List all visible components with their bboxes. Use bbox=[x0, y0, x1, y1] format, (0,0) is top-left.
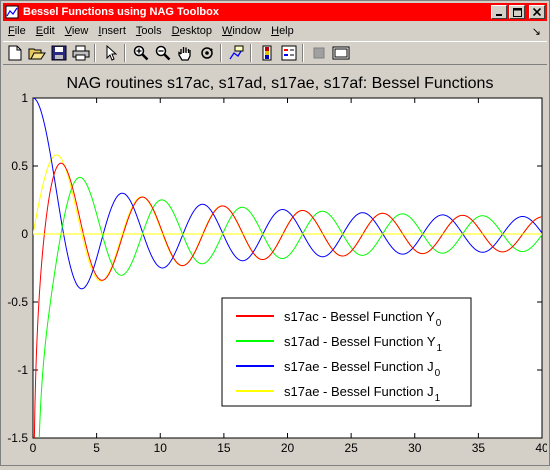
colorbar-icon bbox=[262, 45, 272, 61]
pan-button[interactable] bbox=[175, 43, 195, 63]
hide-plot-tools-button[interactable] bbox=[309, 43, 329, 63]
print-icon bbox=[72, 45, 90, 61]
menu-mnemonic: V bbox=[64, 25, 72, 37]
toolbar-separator bbox=[94, 44, 96, 62]
minimize-icon bbox=[496, 14, 502, 16]
x-tick-label: 40 bbox=[535, 441, 547, 455]
legend-label: s17ac - Bessel Function Y bbox=[284, 309, 435, 324]
menu-label-rest: dit bbox=[43, 25, 55, 37]
toolbar-separator bbox=[220, 44, 222, 62]
menu-mnemonic: W bbox=[221, 25, 233, 37]
y-tick-label: -1.5 bbox=[7, 431, 28, 445]
menu-label-rest: nsert bbox=[101, 25, 126, 37]
print-button[interactable] bbox=[71, 43, 91, 63]
bessel-chart: NAG routines s17ac, s17ad, s17ae, s17af:… bbox=[7, 75, 549, 455]
menu-label-rest: ools bbox=[141, 25, 162, 37]
menu-bar: File Edit View Insert Tools Desktop Window Help… bbox=[3, 22, 547, 40]
insert-legend-button[interactable] bbox=[279, 43, 299, 63]
menu-mnemonic: D bbox=[171, 25, 180, 37]
menu-window[interactable]: Window bbox=[217, 25, 266, 37]
menu-help[interactable]: Help bbox=[266, 25, 299, 37]
save-icon bbox=[51, 45, 67, 61]
save-button[interactable] bbox=[49, 43, 69, 63]
minimize-button[interactable] bbox=[491, 5, 507, 19]
open-file-button[interactable] bbox=[27, 43, 47, 63]
x-tick-label: 0 bbox=[30, 441, 37, 455]
menu-mnemonic: E bbox=[35, 25, 44, 37]
rotate-3d-button[interactable] bbox=[197, 43, 217, 63]
chart-title: NAG routines s17ac, s17ad, s17ae, s17af:… bbox=[67, 75, 494, 92]
menu-edit[interactable]: Edit bbox=[31, 25, 60, 37]
legend-label: s17ae - Bessel Function J bbox=[284, 359, 434, 374]
data-cursor-icon bbox=[229, 45, 244, 60]
menu-mnemonic: F bbox=[8, 25, 15, 37]
y-tick-label: 1 bbox=[21, 91, 28, 105]
menu-label-rest: elp bbox=[279, 25, 294, 37]
y-tick-label: -0.5 bbox=[7, 295, 28, 309]
legend-subscript: 1 bbox=[435, 393, 441, 404]
edit-plot-arrow-icon bbox=[106, 45, 117, 61]
menu-mnemonic: H bbox=[271, 25, 280, 37]
menu-label-rest: ile bbox=[14, 25, 26, 37]
menu-label-rest: iew bbox=[71, 25, 89, 37]
new-figure-button[interactable] bbox=[5, 43, 25, 63]
menu-file[interactable]: File bbox=[3, 25, 31, 37]
y-tick-label: 0.5 bbox=[11, 159, 28, 173]
show-plot-tools-icon bbox=[332, 46, 350, 60]
new-figure-icon bbox=[8, 45, 22, 61]
legend-icon bbox=[281, 45, 297, 61]
toolbar-separator bbox=[250, 44, 252, 62]
zoom-out-button[interactable] bbox=[153, 43, 173, 63]
y-tick-label: -1 bbox=[17, 363, 28, 377]
toolbar-separator bbox=[302, 44, 304, 62]
hide-plot-tools-icon bbox=[313, 47, 325, 59]
x-tick-label: 25 bbox=[344, 441, 358, 455]
x-tick-label: 35 bbox=[472, 441, 486, 455]
dock-arrow-icon[interactable]: ↘ bbox=[532, 25, 541, 38]
zoom-out-icon bbox=[155, 45, 171, 61]
x-tick-label: 15 bbox=[217, 441, 231, 455]
x-tick-label: 30 bbox=[408, 441, 422, 455]
pan-hand-icon bbox=[178, 47, 191, 61]
show-plot-tools-button[interactable] bbox=[331, 43, 351, 63]
data-cursor-button[interactable] bbox=[227, 43, 247, 63]
x-tick-label: 5 bbox=[93, 441, 100, 455]
legend-label: s17ad - Bessel Function Y bbox=[284, 334, 436, 349]
toolbar-separator bbox=[124, 44, 126, 62]
rotate-3d-icon bbox=[201, 47, 213, 59]
legend[interactable]: s17ac - Bessel Function Y 0s17ad - Bessel… bbox=[221, 297, 472, 407]
figure-toolbar bbox=[3, 41, 547, 65]
zoom-in-button[interactable] bbox=[131, 43, 151, 63]
x-tick-label: 10 bbox=[154, 441, 168, 455]
maximize-icon bbox=[512, 7, 522, 17]
close-icon bbox=[533, 8, 541, 16]
legend-subscript: 1 bbox=[437, 343, 443, 354]
menu-tools[interactable]: Tools bbox=[131, 25, 167, 37]
insert-colorbar-button[interactable] bbox=[257, 43, 277, 63]
menu-insert[interactable]: Insert bbox=[93, 25, 131, 37]
figure-canvas: NAG routines s17ac, s17ad, s17ae, s17af:… bbox=[3, 67, 549, 465]
figure-window: Bessel Functions using NAG Toolbox File E… bbox=[0, 0, 550, 466]
x-tick-label: 20 bbox=[281, 441, 295, 455]
legend-label: s17ae - Bessel Function J bbox=[284, 384, 434, 399]
menu-desktop[interactable]: Desktop bbox=[167, 25, 217, 37]
title-bar: Bessel Functions using NAG Toolbox bbox=[3, 3, 547, 21]
menu-view[interactable]: View bbox=[60, 25, 94, 37]
open-file-icon bbox=[28, 48, 46, 60]
menu-label-rest: indow bbox=[232, 25, 262, 37]
close-button[interactable] bbox=[529, 5, 545, 19]
menu-label-rest: esktop bbox=[179, 25, 212, 37]
y-tick-label: 0 bbox=[21, 227, 28, 241]
matlab-figure-icon bbox=[5, 5, 19, 19]
window-title: Bessel Functions using NAG Toolbox bbox=[23, 6, 219, 18]
legend-subscript: 0 bbox=[435, 368, 441, 379]
zoom-in-icon bbox=[133, 45, 149, 61]
legend-subscript: 0 bbox=[436, 318, 442, 329]
maximize-button[interactable] bbox=[509, 5, 525, 19]
edit-plot-button[interactable] bbox=[101, 43, 121, 63]
